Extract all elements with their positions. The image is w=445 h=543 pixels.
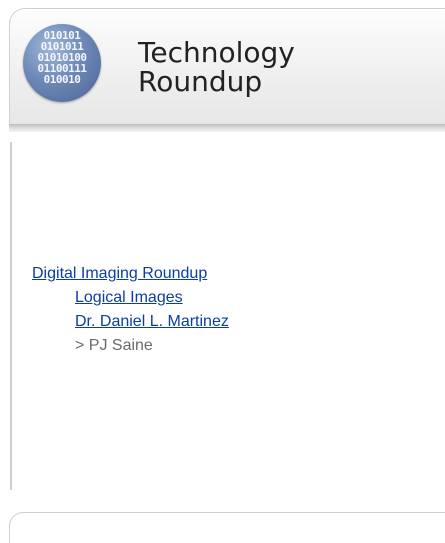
title-line-2: Roundup — [138, 65, 263, 98]
logo-bits: 010101 0101011 01010100 01100111 010010 — [37, 29, 87, 86]
header-shadow-divider — [9, 124, 445, 132]
nav-item-digital-imaging-roundup: Digital Imaging Roundup — [32, 262, 229, 286]
daniel-martinez-link[interactable]: Dr. Daniel L. Martinez — [75, 313, 229, 330]
breadcrumb-nav: Digital Imaging Roundup Logical Images D… — [32, 262, 229, 358]
footer-panel-edge — [9, 512, 445, 543]
page-title: Technology Roundup — [138, 38, 295, 96]
current-page-label: > PJ Saine — [75, 337, 153, 354]
left-border-rule — [10, 142, 12, 490]
digital-imaging-roundup-link[interactable]: Digital Imaging Roundup — [32, 265, 207, 282]
nav-item-daniel-martinez: Dr. Daniel L. Martinez — [75, 310, 229, 334]
binary-globe-logo-icon: 010101 0101011 01010100 01100111 010010 — [23, 24, 101, 102]
title-line-1: Technology — [138, 36, 295, 69]
logical-images-link[interactable]: Logical Images — [75, 289, 183, 306]
nav-item-logical-images: Logical Images — [75, 286, 229, 310]
